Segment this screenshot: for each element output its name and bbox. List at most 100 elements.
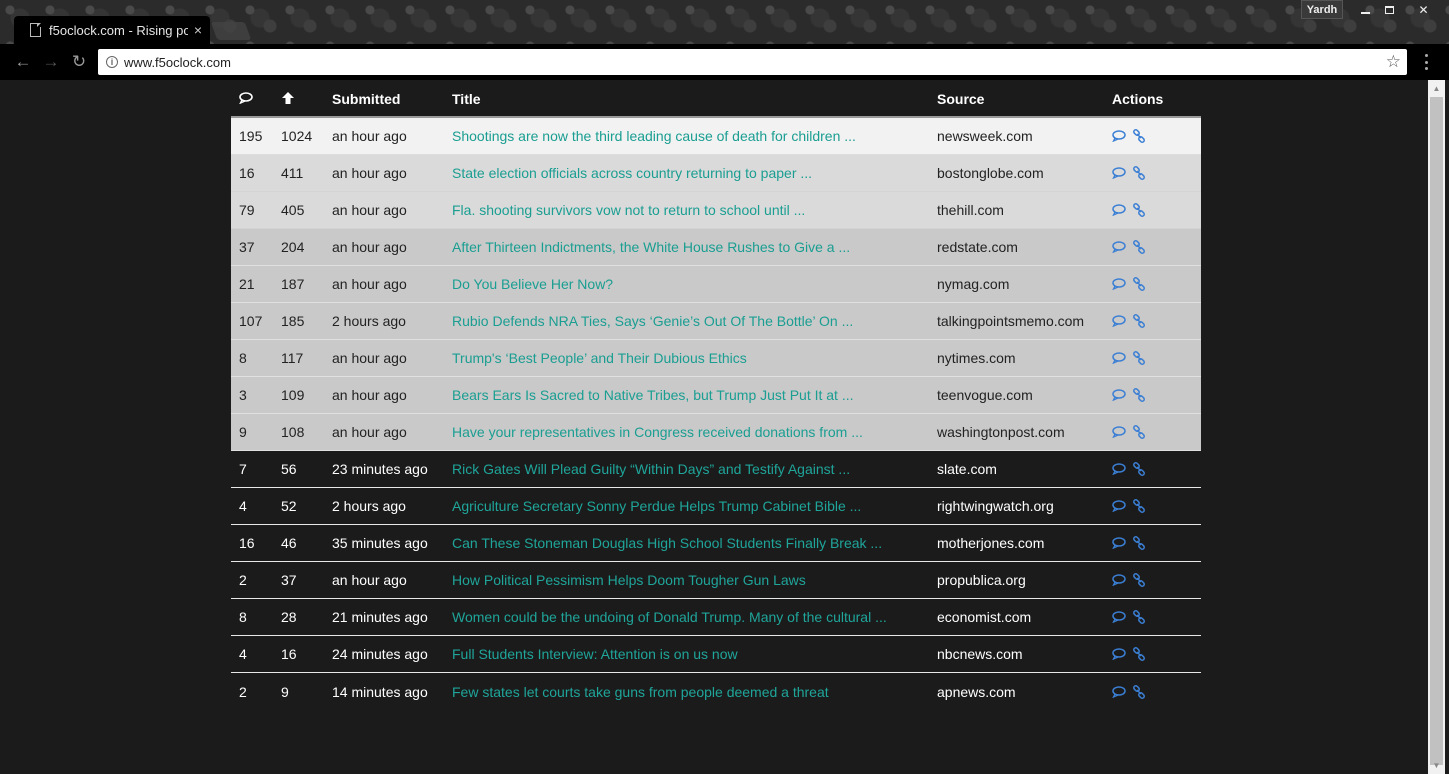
comments-action-icon[interactable] xyxy=(1112,648,1126,660)
comments-action-icon[interactable] xyxy=(1112,537,1126,549)
comments-action-icon[interactable] xyxy=(1112,130,1126,142)
table-row: 2 37 an hour ago How Political Pessimism He… xyxy=(231,562,1201,599)
link-action-icon[interactable] xyxy=(1132,536,1146,550)
row-submitted-time: an hour ago xyxy=(332,165,407,181)
row-source: talkingpointsmemo.com xyxy=(937,313,1085,329)
table-row: 7 56 23 minutes ago Rick Gates Will Plead G… xyxy=(231,451,1201,488)
row-comment-count: 79 xyxy=(239,202,255,218)
row-submitted-time: 2 hours ago xyxy=(332,498,406,514)
link-action-icon[interactable] xyxy=(1132,240,1146,254)
link-action-icon[interactable] xyxy=(1132,129,1146,143)
scroll-thumb[interactable] xyxy=(1430,97,1443,765)
table-row: 8 28 21 minutes ago Women could be the undo… xyxy=(231,599,1201,636)
row-submitted-time: 35 minutes ago xyxy=(332,535,428,551)
row-title-link[interactable]: Do You Believe Her Now? xyxy=(452,276,613,292)
back-button[interactable]: ← xyxy=(12,52,34,72)
row-title-link[interactable]: Few states let courts take guns from peo… xyxy=(452,684,829,700)
row-title-link[interactable]: Can These Stoneman Douglas High School S… xyxy=(452,535,882,551)
forward-button[interactable]: → xyxy=(40,52,62,72)
comments-action-icon[interactable] xyxy=(1112,315,1126,327)
site-info-icon[interactable]: i xyxy=(106,56,118,68)
header-title[interactable]: Title xyxy=(444,91,929,107)
link-action-icon[interactable] xyxy=(1132,499,1146,513)
table-row: 16 411 an hour ago State election officials… xyxy=(231,155,1201,192)
table-row: 107 185 2 hours ago Rubio Defends NRA Ties,… xyxy=(231,303,1201,340)
row-source: redstate.com xyxy=(937,239,1018,255)
link-action-icon[interactable] xyxy=(1132,647,1146,661)
table-body: 195 1024 an hour ago Shootings are now the … xyxy=(231,118,1201,710)
row-upvote-count: 109 xyxy=(281,387,305,403)
comments-action-icon[interactable] xyxy=(1112,426,1126,438)
row-title-link[interactable]: How Political Pessimism Helps Doom Tough… xyxy=(452,572,806,588)
link-action-icon[interactable] xyxy=(1132,684,1146,699)
page-scrollbar[interactable]: ▲ ▼ xyxy=(1428,80,1445,774)
link-action-icon[interactable] xyxy=(1132,314,1146,328)
comments-action-icon[interactable] xyxy=(1112,574,1126,586)
row-title-link[interactable]: Women could be the undoing of Donald Tru… xyxy=(452,609,887,625)
bookmark-star-icon[interactable]: ☆ xyxy=(1386,52,1401,72)
row-upvote-count: 405 xyxy=(281,202,305,218)
comments-action-icon[interactable] xyxy=(1112,278,1126,290)
row-submitted-time: an hour ago xyxy=(332,572,407,588)
link-action-icon[interactable] xyxy=(1132,610,1146,624)
row-title-link[interactable]: Agriculture Secretary Sonny Perdue Helps… xyxy=(452,498,861,514)
profile-button[interactable]: Yardh xyxy=(1301,0,1343,19)
comments-action-icon[interactable] xyxy=(1112,500,1126,512)
url-text[interactable]: www.f5oclock.com xyxy=(124,55,1386,70)
reload-button[interactable]: ↻ xyxy=(68,52,90,72)
browser-menu-icon[interactable] xyxy=(1418,54,1434,70)
comments-action-icon[interactable] xyxy=(1112,204,1126,216)
row-title-link[interactable]: Full Students Interview: Attention is on… xyxy=(452,646,738,662)
row-submitted-time: an hour ago xyxy=(332,128,407,144)
minimize-window-icon[interactable] xyxy=(1353,0,1377,19)
row-source: teenvogue.com xyxy=(937,387,1033,403)
scroll-down-arrow-icon[interactable]: ▼ xyxy=(1428,757,1445,774)
row-source: nymag.com xyxy=(937,276,1010,292)
row-comment-count: 21 xyxy=(239,276,255,292)
link-action-icon[interactable] xyxy=(1132,277,1146,291)
browser-tab[interactable]: f5oclock.com - Rising po × xyxy=(14,16,210,44)
comments-action-icon[interactable] xyxy=(1112,463,1126,475)
row-comment-count: 7 xyxy=(239,461,247,477)
arrow-up-icon xyxy=(281,91,295,105)
comments-action-icon[interactable] xyxy=(1112,389,1126,401)
browser-titlebar: f5oclock.com - Rising po × Yardh ✕ xyxy=(0,0,1449,44)
row-title-link[interactable]: Bears Ears Is Sacred to Native Tribes, b… xyxy=(452,387,854,403)
comments-action-icon[interactable] xyxy=(1112,611,1126,623)
row-title-link[interactable]: Have your representatives in Congress re… xyxy=(452,424,863,440)
tab-close-icon[interactable]: × xyxy=(194,22,202,38)
comments-action-icon[interactable] xyxy=(1112,241,1126,253)
table-row: 4 16 24 minutes ago Full Students Interview… xyxy=(231,636,1201,673)
row-comment-count: 195 xyxy=(239,128,263,144)
comments-action-icon[interactable] xyxy=(1112,685,1126,698)
close-window-icon[interactable]: ✕ xyxy=(1401,0,1446,19)
row-upvote-count: 28 xyxy=(281,609,297,625)
link-action-icon[interactable] xyxy=(1132,573,1146,587)
row-submitted-time: 21 minutes ago xyxy=(332,609,428,625)
row-submitted-time: 24 minutes ago xyxy=(332,646,428,662)
row-upvote-count: 16 xyxy=(281,646,297,662)
maximize-window-icon[interactable] xyxy=(1377,0,1401,19)
comments-action-icon[interactable] xyxy=(1112,167,1126,179)
row-title-link[interactable]: Trump's ‘Best People’ and Their Dubious … xyxy=(452,350,747,366)
row-title-link[interactable]: After Thirteen Indictments, the White Ho… xyxy=(452,239,850,255)
row-title-link[interactable]: Rick Gates Will Plead Guilty “Within Day… xyxy=(452,461,850,477)
link-action-icon[interactable] xyxy=(1132,351,1146,365)
link-action-icon[interactable] xyxy=(1132,203,1146,217)
row-title-link[interactable]: Rubio Defends NRA Ties, Says ‘Genie’s Ou… xyxy=(452,313,853,329)
row-title-link[interactable]: State election officials across country … xyxy=(452,165,812,181)
address-bar[interactable]: i www.f5oclock.com ☆ xyxy=(98,49,1407,75)
link-action-icon[interactable] xyxy=(1132,425,1146,439)
header-source[interactable]: Source xyxy=(929,91,1104,107)
header-submitted[interactable]: Submitted xyxy=(324,91,444,107)
new-tab-button[interactable] xyxy=(210,22,252,40)
row-title-link[interactable]: Fla. shooting survivors vow not to retur… xyxy=(452,202,805,218)
link-action-icon[interactable] xyxy=(1132,388,1146,402)
link-action-icon[interactable] xyxy=(1132,166,1146,180)
row-title-link[interactable]: Shootings are now the third leading caus… xyxy=(452,128,856,144)
row-source: bostonglobe.com xyxy=(937,165,1044,181)
link-action-icon[interactable] xyxy=(1132,462,1146,476)
header-actions: Actions xyxy=(1112,91,1164,107)
scroll-up-arrow-icon[interactable]: ▲ xyxy=(1428,80,1445,97)
comments-action-icon[interactable] xyxy=(1112,352,1126,364)
